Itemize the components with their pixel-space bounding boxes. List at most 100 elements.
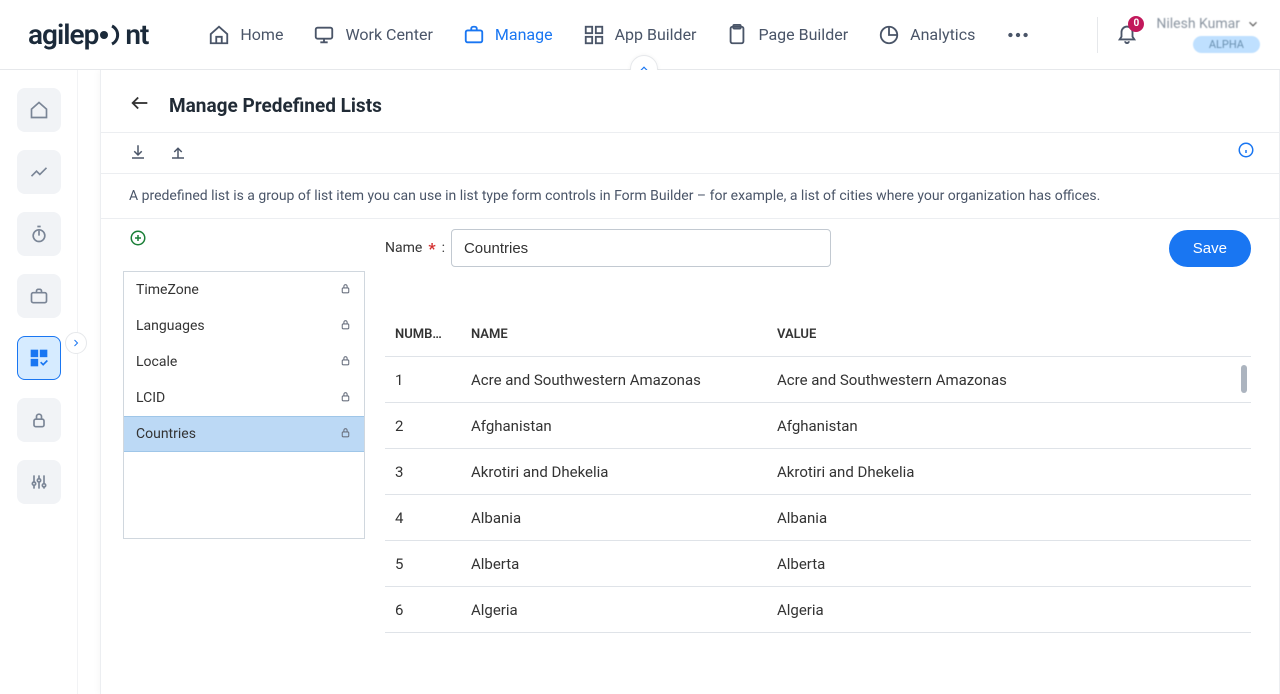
nav-analytics-label: Analytics (910, 25, 975, 44)
cell-name: Acre and Southwestern Amazonas (471, 371, 777, 389)
save-button[interactable]: Save (1169, 230, 1251, 267)
table-row[interactable]: 5AlbertaAlberta (385, 541, 1251, 587)
download-icon[interactable] (129, 143, 147, 161)
table-row[interactable]: 2AfghanistanAfghanistan (385, 403, 1251, 449)
list-item[interactable]: Countries (124, 416, 364, 452)
divider (1097, 17, 1098, 53)
briefcase-icon (29, 286, 49, 306)
apps-icon (583, 24, 605, 46)
user-menu[interactable]: Nilesh Kumar ALPHA (1156, 16, 1260, 53)
name-input[interactable] (451, 229, 831, 267)
list-item[interactable]: Languages (124, 308, 364, 344)
nav-analytics[interactable]: Analytics (878, 20, 975, 50)
user-badge: ALPHA (1193, 36, 1260, 53)
list-item[interactable]: Locale (124, 344, 364, 380)
notifications-button[interactable]: 0 (1116, 22, 1138, 48)
sidebar-item-lists[interactable] (17, 336, 61, 380)
page-header: Manage Predefined Lists (101, 70, 1279, 132)
sidebar-item-reports[interactable] (17, 150, 61, 194)
cell-value: Algeria (777, 601, 1241, 619)
table-row[interactable]: 1Acre and Southwestern AmazonasAcre and … (385, 357, 1251, 403)
sidebar-item-home[interactable] (17, 88, 61, 132)
cell-number: 2 (395, 417, 471, 435)
data-grid: NUMB… NAME VALUE 1Acre and Southwestern … (385, 313, 1251, 633)
cell-value: Acre and Southwestern Amazonas (777, 371, 1241, 389)
chart-line-icon (29, 162, 49, 182)
main-layout: Manage Predefined Lists A predefined lis… (0, 70, 1280, 694)
nav-manage-label: Manage (495, 25, 553, 44)
sidebar-item-security[interactable] (17, 398, 61, 442)
cell-name: Afghanistan (471, 417, 777, 435)
grid-icon (29, 348, 49, 368)
cell-value: Albania (777, 509, 1241, 527)
col-header-name[interactable]: NAME (471, 327, 777, 342)
logo-dot (100, 31, 108, 39)
cell-name: Alberta (471, 555, 777, 573)
info-icon (1237, 141, 1255, 159)
cell-number: 3 (395, 463, 471, 481)
lock-icon (339, 354, 352, 371)
nav-app-builder[interactable]: App Builder (583, 20, 697, 50)
back-button[interactable] (129, 92, 151, 118)
cell-number: 6 (395, 601, 471, 619)
list-column: TimeZone Languages Locale LCIDCountries (123, 219, 365, 649)
nav-more[interactable] (1005, 18, 1031, 52)
cell-number: 4 (395, 509, 471, 527)
chevron-right-icon (70, 337, 82, 349)
body-row: TimeZone Languages Locale LCIDCountries Nam… (101, 219, 1279, 649)
table-row[interactable]: 3Akrotiri and DhekeliaAkrotiri and Dheke… (385, 449, 1251, 495)
grid-body: 1Acre and Southwestern AmazonasAcre and … (385, 357, 1251, 633)
stopwatch-icon (29, 224, 49, 244)
home-icon (208, 24, 230, 46)
cell-number: 1 (395, 371, 471, 389)
table-row[interactable]: 6AlgeriaAlgeria (385, 587, 1251, 633)
nav-work-center[interactable]: Work Center (313, 20, 432, 50)
grid-scrollbar[interactable] (1241, 365, 1247, 393)
chevron-down-icon (1246, 17, 1260, 31)
nav-manage[interactable]: Manage (463, 20, 553, 50)
table-row[interactable]: 4AlbaniaAlbania (385, 495, 1251, 541)
name-label: Name (385, 240, 422, 256)
sidebar-item-work[interactable] (17, 274, 61, 318)
lock-icon (29, 410, 49, 430)
sidebar-item-settings[interactable] (17, 460, 61, 504)
briefcase-icon (463, 24, 485, 46)
sidebar-item-timer[interactable] (17, 212, 61, 256)
home-icon (29, 100, 49, 120)
nav-work-center-label: Work Center (345, 25, 432, 44)
left-sidebar (0, 70, 78, 694)
nav-home-label: Home (240, 25, 283, 44)
form-column: Name*: Save NUMB… NAME VALUE 1Acre and S… (365, 219, 1279, 649)
col-header-value[interactable]: VALUE (777, 327, 1241, 342)
more-horizontal-icon (1005, 22, 1031, 48)
required-marker: * (428, 239, 435, 258)
list-item[interactable]: TimeZone (124, 272, 364, 308)
top-navigation-bar: agilep nt Home Work Center Manage App Bu… (0, 0, 1280, 70)
page-description: A predefined list is a group of list ite… (101, 174, 1279, 219)
help-button[interactable] (1237, 141, 1255, 163)
pie-chart-icon (878, 24, 900, 46)
cell-value: Akrotiri and Dhekelia (777, 463, 1241, 481)
predefined-lists-panel: TimeZone Languages Locale LCIDCountries (123, 271, 365, 539)
plus-circle-icon (129, 229, 147, 247)
cell-value: Alberta (777, 555, 1241, 573)
toolbar (101, 132, 1279, 174)
upload-icon[interactable] (169, 143, 187, 161)
nav-page-builder-label: Page Builder (758, 25, 848, 44)
list-item-label: TimeZone (136, 282, 199, 298)
main-nav: Home Work Center Manage App Builder Page… (208, 18, 1031, 52)
list-item[interactable]: LCID (124, 380, 364, 416)
lock-icon (339, 390, 352, 407)
page-title: Manage Predefined Lists (169, 94, 382, 117)
cell-name: Akrotiri and Dhekelia (471, 463, 777, 481)
col-header-number[interactable]: NUMB… (395, 327, 471, 342)
nav-home[interactable]: Home (208, 20, 283, 50)
form-top-row: Name*: Save (385, 229, 1251, 267)
logo-arc-icon (110, 22, 124, 48)
notification-count-badge: 0 (1128, 16, 1144, 32)
nav-page-builder[interactable]: Page Builder (726, 20, 848, 50)
toolbar-actions (129, 143, 187, 161)
expand-sidebar-button[interactable] (65, 332, 87, 354)
list-item-label: Locale (136, 354, 177, 370)
add-list-button[interactable] (129, 232, 147, 251)
